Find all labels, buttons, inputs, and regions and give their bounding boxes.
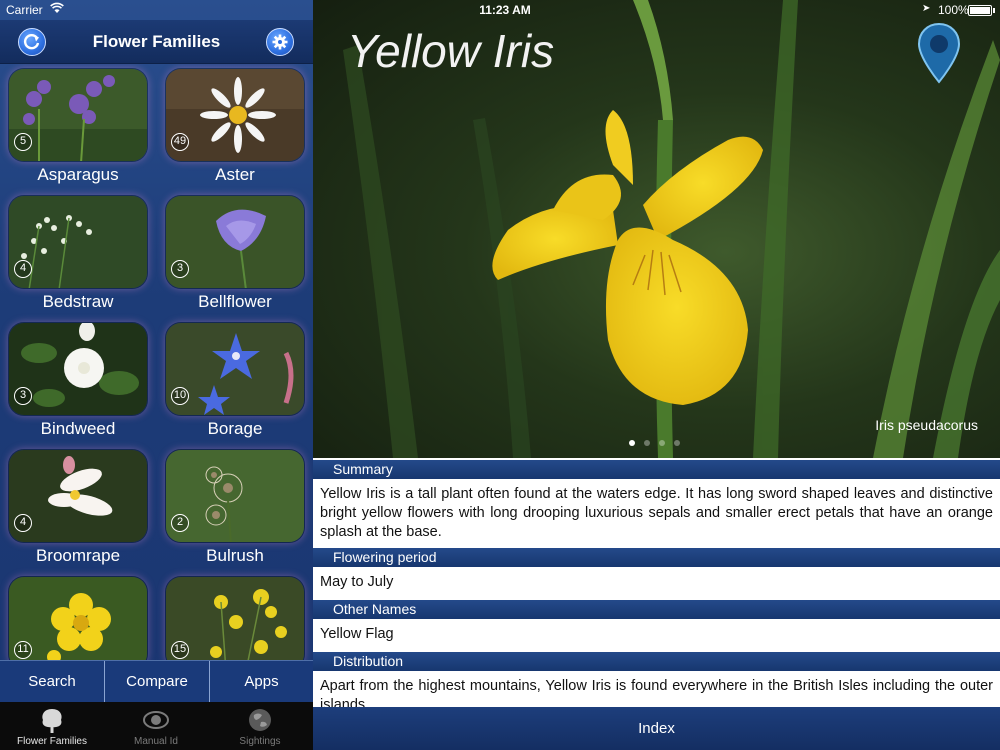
section-body-other-names: Yellow Flag	[313, 619, 1000, 651]
section-body-flowering: May to July	[313, 567, 1000, 599]
map-pin-icon[interactable]	[917, 22, 961, 84]
species-count-badge: 15	[171, 641, 189, 659]
tab-sightings[interactable]: Sightings	[208, 702, 312, 750]
species-count-badge: 4	[14, 514, 32, 532]
family-name: Bindweed	[40, 419, 116, 438]
page-dot	[674, 440, 680, 446]
tab-label: Flower Families	[16, 736, 87, 747]
apps-button[interactable]: Apps	[210, 661, 313, 703]
search-button[interactable]: Search	[0, 661, 105, 703]
index-button[interactable]: Index	[313, 707, 1000, 750]
family-tile-bellflower[interactable]: 3 Bellflower	[165, 191, 305, 316]
page-dot	[629, 440, 635, 446]
tab-label: Sightings	[239, 736, 281, 747]
family-tile-aster[interactable]: 49 Aster	[165, 64, 305, 189]
species-count-badge: 3	[14, 387, 32, 405]
settings-button[interactable]	[266, 28, 294, 56]
family-tile-broomrape[interactable]: 4 Broomrape	[8, 445, 148, 570]
species-count-badge: 10	[171, 387, 189, 405]
tree-icon	[42, 709, 62, 733]
battery-icon	[968, 5, 992, 16]
family-tile-bedstraw[interactable]: 4 Bedstraw	[8, 191, 148, 316]
tab-bar: Flower Families Manual Id Sightings	[0, 702, 313, 750]
family-grid: 5 Asparagus 49 Aster 4 Bedstraw 3 Bellfl…	[0, 64, 313, 660]
species-count-badge: 11	[14, 641, 32, 659]
section-heading-flowering: Flowering period	[313, 548, 1000, 567]
species-detail-panel: Yellow Iris Iris pseudacorus Summary Yel…	[313, 0, 1000, 750]
section-heading-summary: Summary	[313, 460, 1000, 479]
family-tile-bindweed[interactable]: 3 Bindweed	[8, 318, 148, 443]
family-tile-bulrush[interactable]: 2 Bulrush	[165, 445, 305, 570]
species-count-badge: 2	[171, 514, 189, 532]
family-name: Asparagus	[37, 165, 119, 184]
wifi-icon	[50, 2, 64, 17]
battery-percent: 100%	[938, 3, 969, 17]
action-segment-bar: Search Compare Apps	[0, 660, 313, 703]
family-name: Broomrape	[35, 546, 121, 565]
section-heading-distribution: Distribution	[313, 652, 1000, 671]
location-arrow-icon: ➤	[922, 3, 931, 14]
family-tile-buttercup[interactable]: 11	[8, 572, 148, 660]
tab-label: Manual Id	[134, 736, 178, 747]
families-panel: Flower Families 5 Asparagus 49 Aster 4 B…	[0, 0, 313, 750]
species-photo[interactable]: Yellow Iris Iris pseudacorus	[313, 0, 1000, 458]
gear-icon	[272, 34, 288, 50]
species-count-badge: 49	[171, 133, 189, 151]
section-heading-other-names: Other Names	[313, 600, 1000, 619]
family-name: Aster	[215, 165, 255, 184]
tab-flower-families[interactable]: Flower Families	[0, 702, 104, 750]
family-name: Borage	[207, 419, 263, 438]
family-name: Bulrush	[206, 546, 264, 565]
tab-manual-id[interactable]: Manual Id	[104, 702, 208, 750]
species-count-badge: 5	[14, 133, 32, 151]
species-count-badge: 3	[171, 260, 189, 278]
family-name: Bellflower	[198, 292, 272, 311]
clock: 11:23 AM	[479, 3, 531, 17]
section-body-summary: Yellow Iris is a tall plant often found …	[313, 479, 1000, 547]
status-bar: Carrier 11:23 AM ➤ 100%	[0, 0, 1000, 20]
section-body-distribution: Apart from the highest mountains, Yellow…	[313, 671, 1000, 707]
photo-page-indicator[interactable]	[629, 433, 689, 451]
family-name: Bedstraw	[42, 292, 114, 311]
compare-button[interactable]: Compare	[105, 661, 210, 703]
family-tile-borage[interactable]: 10 Borage	[165, 318, 305, 443]
globe-icon	[249, 709, 271, 731]
family-tile-asparagus[interactable]: 5 Asparagus	[8, 64, 148, 189]
species-title: Yellow Iris	[347, 25, 555, 77]
navigation-bar: Flower Families	[0, 20, 313, 64]
page-dot	[644, 440, 650, 446]
page-dot	[659, 440, 665, 446]
battery-tip	[993, 8, 995, 13]
carrier-label: Carrier	[6, 3, 43, 17]
eye-icon	[143, 711, 169, 729]
latin-name: Iris pseudacorus	[875, 417, 978, 433]
family-tile-cabbage[interactable]: 15	[165, 572, 305, 660]
species-count-badge: 4	[14, 260, 32, 278]
